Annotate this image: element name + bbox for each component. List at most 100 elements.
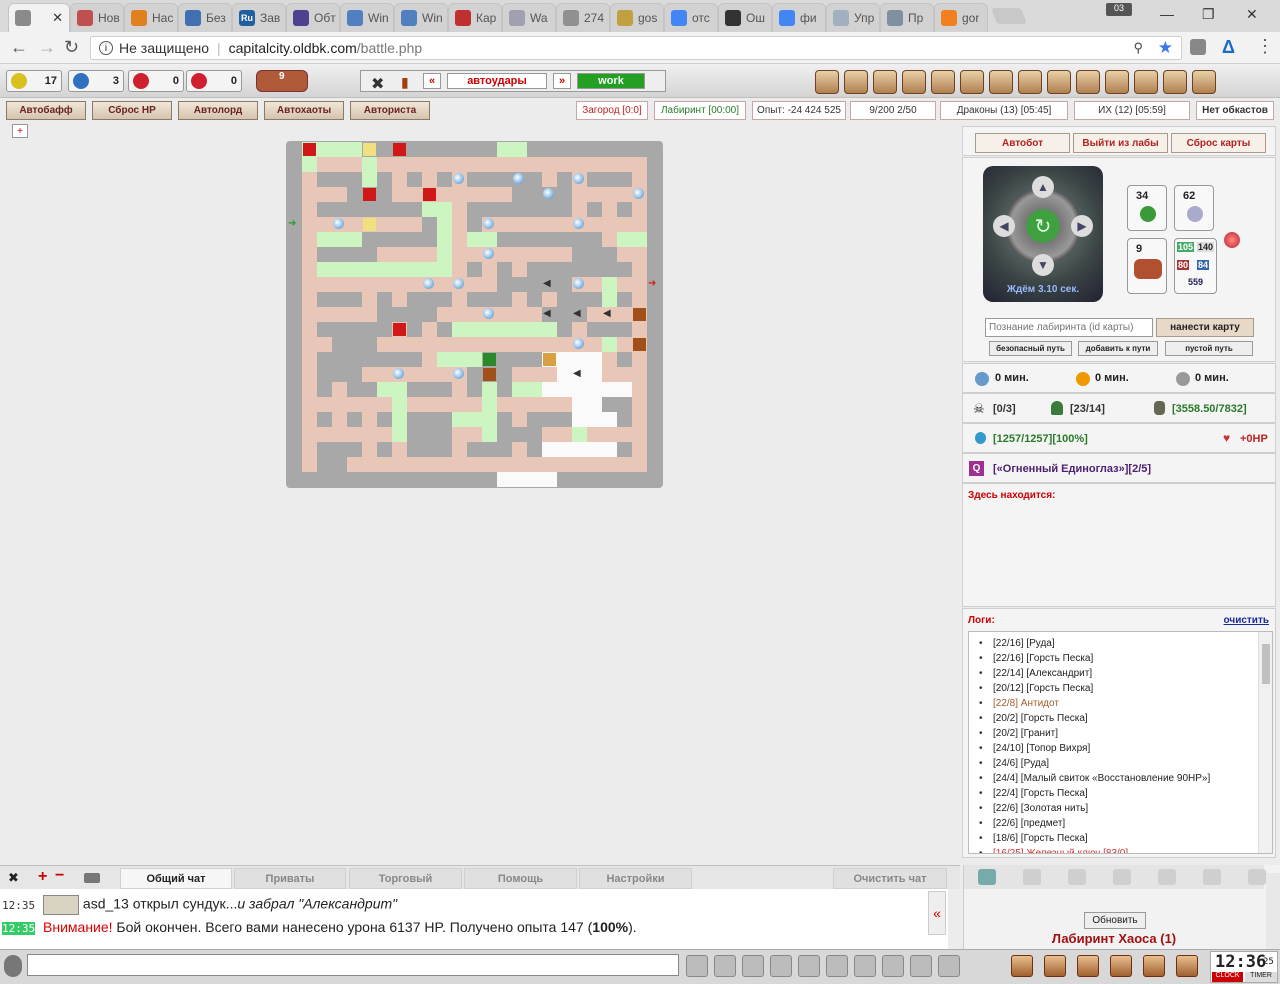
quest-icon[interactable]: Q bbox=[969, 461, 984, 476]
shake-icon[interactable] bbox=[1203, 869, 1221, 885]
potion-slot-1[interactable]: 34 bbox=[1127, 185, 1167, 231]
potion-icon[interactable] bbox=[483, 308, 494, 319]
smile-icon[interactable] bbox=[854, 955, 876, 977]
new-tab-button[interactable] bbox=[991, 8, 1027, 24]
quest-text[interactable]: [«Огненный Единоглаз»][2/5] bbox=[993, 463, 1151, 475]
maximize-icon[interactable]: ❐ bbox=[1202, 6, 1215, 23]
extension-icon[interactable] bbox=[1190, 39, 1206, 55]
browser-tab[interactable]: Нас bbox=[124, 3, 178, 32]
arrow-right-icon[interactable]: ▶ bbox=[1071, 215, 1093, 237]
action-button[interactable]: Автолорд bbox=[178, 101, 258, 120]
exit-labyrinth-button[interactable]: Выйти из лабы bbox=[1073, 133, 1168, 153]
backpack-icon[interactable] bbox=[844, 70, 868, 94]
status-badge[interactable]: ИХ (12) [05:59] bbox=[1074, 101, 1190, 120]
add-icon[interactable]: + bbox=[12, 124, 28, 138]
action-button[interactable]: Сброс HP bbox=[92, 101, 172, 120]
resource-counter[interactable]: 0 bbox=[128, 70, 184, 92]
trap-icon[interactable] bbox=[303, 143, 316, 156]
key-icon[interactable]: ⚲ bbox=[1133, 40, 1143, 56]
status-badge[interactable]: Опыт: -24 424 525 bbox=[752, 101, 846, 120]
browser-tab[interactable]: Кар bbox=[448, 3, 502, 32]
close-window-icon[interactable]: ✕ bbox=[1246, 6, 1258, 23]
status-badge[interactable]: Нет обкастов bbox=[1196, 101, 1274, 120]
meat-item[interactable]: 9 bbox=[256, 70, 308, 92]
feather-icon[interactable] bbox=[1163, 70, 1187, 94]
online-refresh-button[interactable]: Обновить bbox=[1084, 912, 1146, 929]
clear-chat-button[interactable]: Очистить чат bbox=[833, 868, 947, 889]
browser-tab[interactable]: Win bbox=[394, 3, 448, 32]
potion-icon[interactable] bbox=[483, 218, 494, 229]
status-badge[interactable]: 9/200 2/50 bbox=[850, 101, 936, 120]
trap-icon[interactable] bbox=[393, 323, 406, 336]
action-button[interactable]: Авториста bbox=[350, 101, 430, 120]
potion-icon[interactable] bbox=[633, 188, 644, 199]
box-item-icon[interactable] bbox=[543, 353, 556, 366]
reload-icon[interactable]: ↻ bbox=[64, 37, 79, 58]
chat-messages[interactable]: 12:35 asd_13 открыл сундук...и забрал "А… bbox=[0, 889, 948, 949]
reset-map-button[interactable]: Сброс карты bbox=[1171, 133, 1266, 153]
coin-bag-icon[interactable] bbox=[1047, 70, 1071, 94]
potion-icon[interactable] bbox=[453, 368, 464, 379]
status-badge[interactable]: Лабиринт [00:00] bbox=[654, 101, 746, 120]
arrow-up-icon[interactable]: ▲ bbox=[1032, 176, 1054, 198]
browser-tab[interactable]: Нов bbox=[70, 3, 124, 32]
tab-trade[interactable]: Торговый bbox=[349, 868, 462, 889]
hand-icon[interactable] bbox=[902, 70, 926, 94]
work-toggle[interactable]: work bbox=[577, 73, 645, 89]
pet-icon[interactable] bbox=[960, 70, 984, 94]
potion-icon[interactable] bbox=[573, 218, 584, 229]
tab-help[interactable]: Помощь bbox=[464, 868, 577, 889]
hedgehog-icon[interactable]: ◀ bbox=[603, 308, 616, 321]
bookmark-star-icon[interactable]: ★ bbox=[1158, 38, 1173, 58]
action-button[interactable]: Автобафф bbox=[6, 101, 86, 120]
chest-item-icon[interactable] bbox=[483, 368, 496, 381]
send-icon[interactable] bbox=[686, 955, 708, 977]
potion-icon[interactable] bbox=[573, 173, 584, 184]
eraser-icon[interactable] bbox=[714, 955, 736, 977]
f-rune-icon[interactable] bbox=[1143, 955, 1165, 977]
group-icon[interactable] bbox=[1113, 869, 1131, 885]
tab-close-icon[interactable]: ✕ bbox=[52, 10, 63, 26]
browser-tab[interactable]: gor bbox=[934, 3, 988, 32]
refresh-list-icon[interactable] bbox=[1248, 869, 1266, 885]
timer-label[interactable]: TIMER bbox=[1245, 972, 1277, 982]
gear-icon[interactable] bbox=[1192, 70, 1216, 94]
exit-icon[interactable] bbox=[1176, 955, 1198, 977]
character-icon[interactable] bbox=[1105, 70, 1129, 94]
browser-tab[interactable]: Ош bbox=[718, 3, 772, 32]
online-list-icon[interactable] bbox=[978, 869, 996, 885]
stats-icon[interactable] bbox=[931, 70, 955, 94]
book-icon[interactable]: ▮ bbox=[401, 74, 409, 91]
tools-icon[interactable] bbox=[798, 955, 820, 977]
browser-tab[interactable]: Упр bbox=[826, 3, 880, 32]
dice-icon[interactable] bbox=[1018, 70, 1042, 94]
browser-tab[interactable]: Пр bbox=[880, 3, 934, 32]
resource-counter[interactable]: 0 bbox=[186, 70, 242, 92]
settings-icon[interactable] bbox=[1044, 955, 1066, 977]
potion-slot-2[interactable]: 62 bbox=[1174, 185, 1214, 231]
chat-input[interactable] bbox=[27, 954, 679, 976]
lady-icon[interactable] bbox=[1076, 70, 1100, 94]
browser-tab[interactable]: Ru Зав bbox=[232, 3, 286, 32]
forward-icon[interactable]: → bbox=[38, 37, 56, 58]
trap-icon[interactable] bbox=[393, 143, 406, 156]
browser-tab[interactable]: фи bbox=[772, 3, 826, 32]
rune-icon[interactable] bbox=[1077, 955, 1099, 977]
filter-icon[interactable] bbox=[742, 955, 764, 977]
zoom-plus-icon[interactable]: + bbox=[38, 868, 47, 886]
empty-path-button[interactable]: пустой путь bbox=[1165, 341, 1253, 356]
status-badge[interactable]: Загород [0:0] bbox=[576, 101, 648, 120]
browser-tab[interactable]: ✕ bbox=[8, 3, 70, 32]
potion-icon[interactable] bbox=[333, 218, 344, 229]
tab-general-chat[interactable]: Общий чат bbox=[120, 868, 232, 889]
browser-tab[interactable]: gos bbox=[610, 3, 664, 32]
autobot-button[interactable]: Автобот bbox=[975, 133, 1070, 153]
handshake-icon[interactable] bbox=[1023, 869, 1041, 885]
browser-tab[interactable]: Обт bbox=[286, 3, 340, 32]
delta-icon[interactable]: Δ bbox=[1222, 37, 1235, 58]
arrow-icon[interactable] bbox=[1158, 869, 1176, 885]
potion-icon[interactable] bbox=[393, 368, 404, 379]
safe-path-button[interactable]: безопасный путь bbox=[989, 341, 1072, 356]
crossed-swords-icon[interactable]: ✖ bbox=[8, 870, 19, 886]
tank-icon[interactable] bbox=[84, 873, 100, 883]
